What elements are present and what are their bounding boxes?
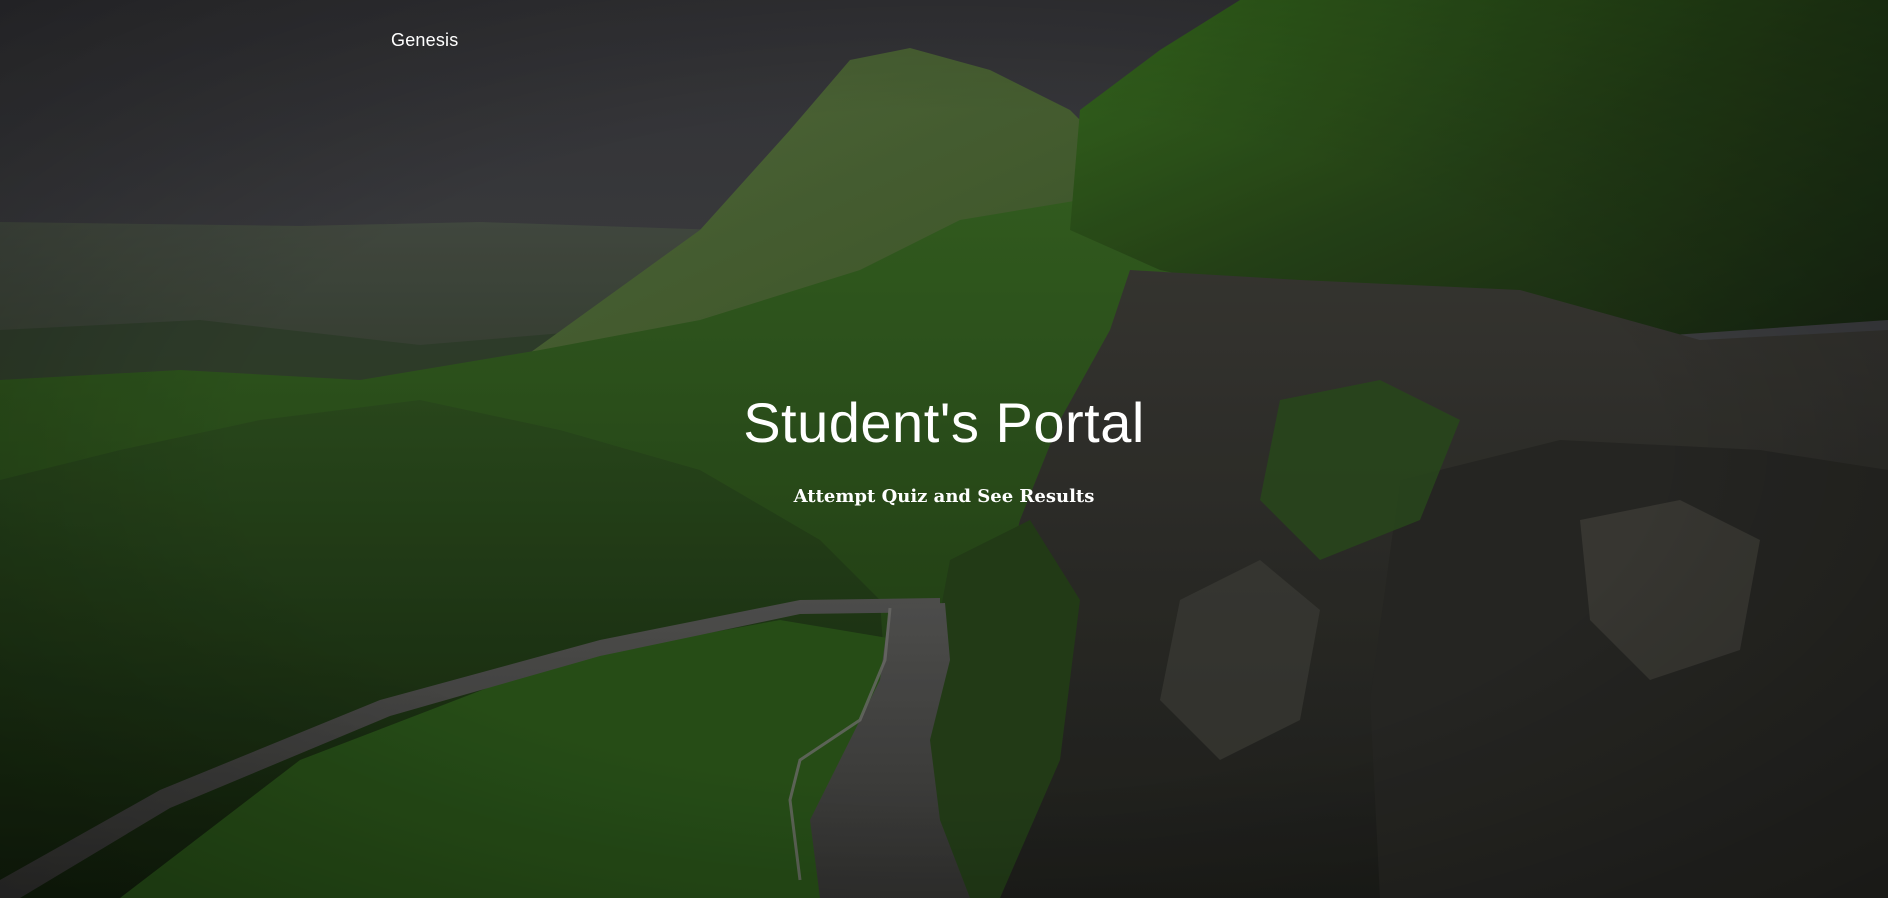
brand-logo-link[interactable]: Genesis (391, 30, 458, 51)
page-title: Student's Portal (743, 391, 1145, 454)
page-subtitle: Attempt Quiz and See Results (793, 486, 1095, 507)
hero-section: Genesis Student's Portal Attempt Quiz an… (0, 0, 1888, 898)
